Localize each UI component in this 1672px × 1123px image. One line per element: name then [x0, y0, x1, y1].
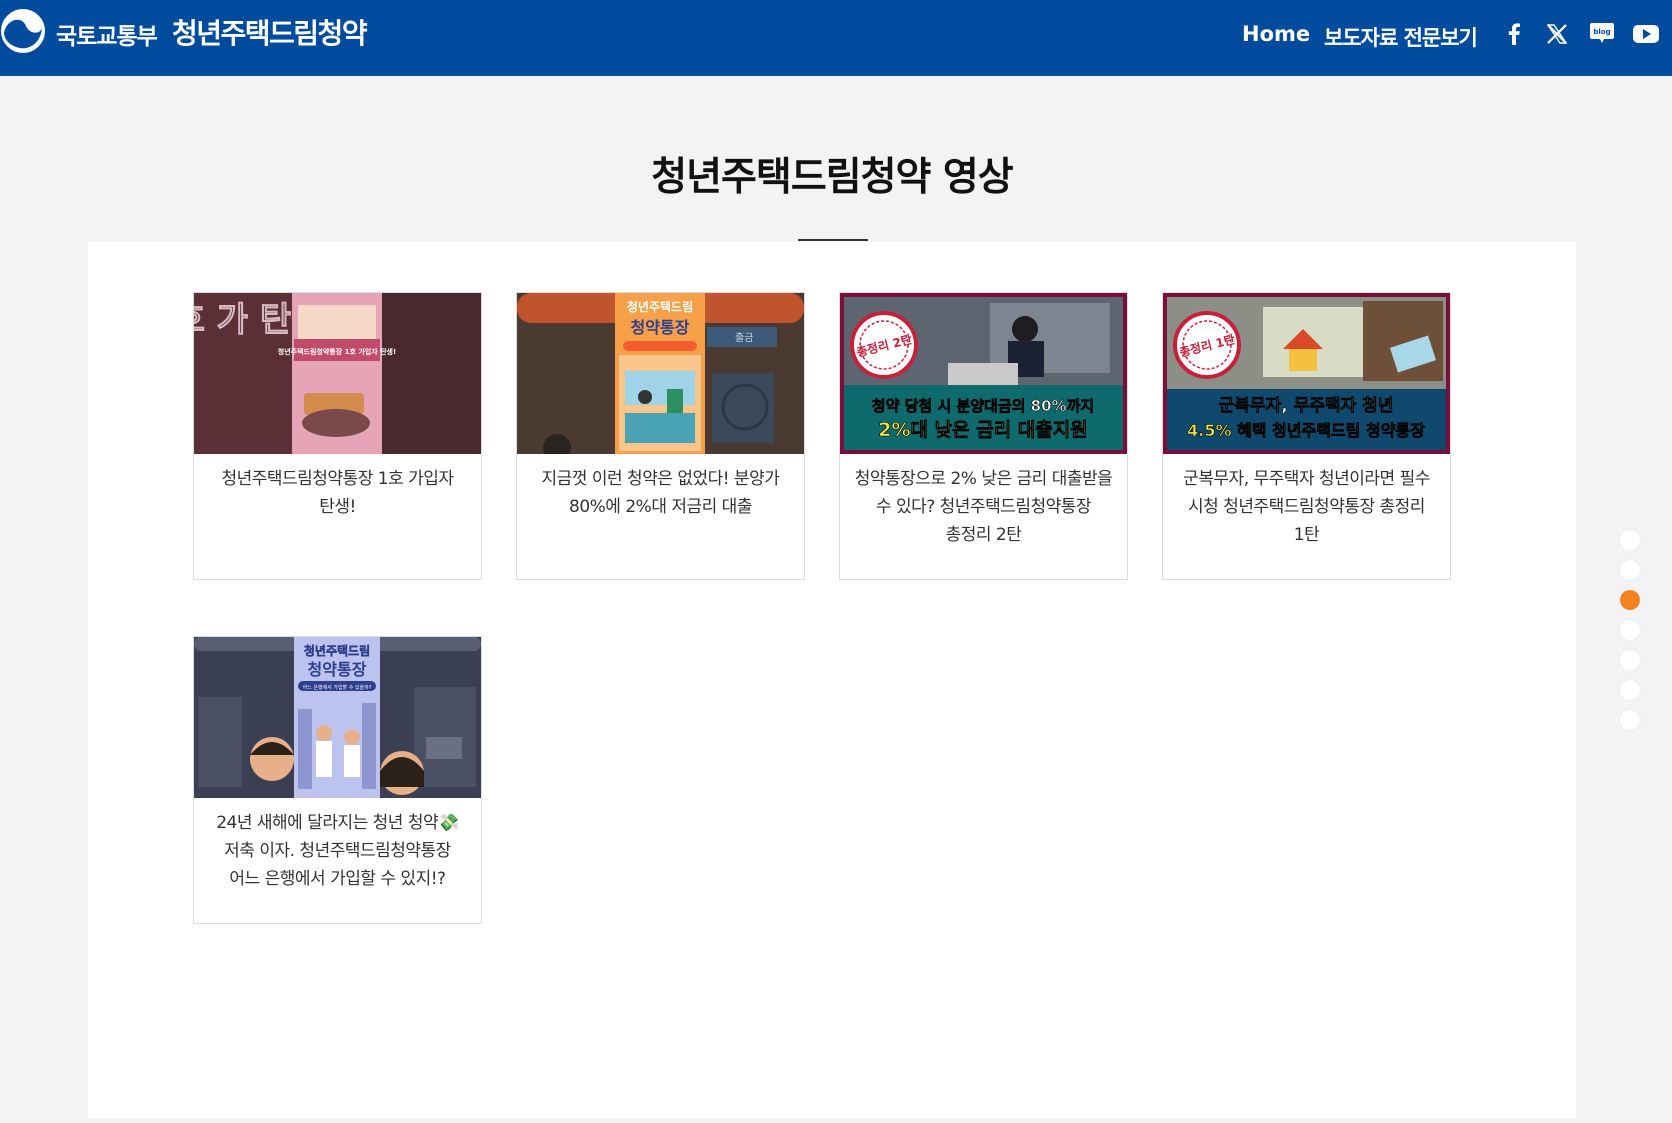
blog-icon[interactable]: blog [1588, 20, 1616, 48]
video-card[interactable]: 1호 가 탄생! 청년주택드림청약통장 1호 가입자 탄생! 청년주택드림청약통… [193, 292, 482, 580]
pager-dot-active[interactable] [1620, 590, 1640, 610]
blog-icon-label: blog [1593, 28, 1610, 36]
video-card[interactable]: 총정리 1탄 군복무자, 무주택자 청년 4.5% 혜택 청년주택드림 청약통장… [1162, 292, 1451, 580]
top-header: 국토교통부 청년주택드림청약 Home 보도자료 전문보기 blog [0, 0, 1672, 76]
x-icon[interactable] [1543, 20, 1571, 48]
video-title[interactable]: 24년 새해에 달라지는 청년 청약💸 저축 이자. 청년주택드림청약통장 어느… [208, 809, 467, 893]
pager-dot[interactable] [1620, 560, 1640, 580]
thumb-text: 2%대 낮은 금리 대출지원 [878, 419, 1087, 441]
facebook-icon[interactable] [1500, 20, 1528, 48]
video-title[interactable]: 군복무자, 무주택자 청년이라면 필수 시청 청년주택드림청약통장 총정리 1탄 [1177, 465, 1436, 549]
thumb-text: 군복무자, 무주택자 청년 [1219, 395, 1394, 416]
thumb-caption: 어느 은행에서 가입할 수 있을까? [303, 684, 372, 691]
video-thumbnail[interactable]: 출금 청년주택드림 청약통장 [517, 293, 804, 454]
video-card[interactable]: 출금 청년주택드림 청약통장 지금껏 이런 청약은 없었다! 분양가 80%에 … [516, 292, 805, 580]
section-pager [1620, 530, 1640, 740]
video-title[interactable]: 청년주택드림청약통장 1호 가입자 탄생! [208, 465, 467, 521]
thumb-text: 청약통장 [308, 660, 367, 679]
site-brand[interactable]: 청년주택드림청약 [172, 12, 368, 52]
thumb-tag: 출금 [735, 332, 753, 344]
pager-dot[interactable] [1620, 680, 1640, 700]
thumb-text: 청약 당첨 시 분양대금의 80%까지 [872, 397, 1094, 415]
section-title: 청년주택드림청약 영상 [651, 155, 1013, 200]
ministry-name[interactable]: 국토교통부 [56, 17, 158, 51]
thumb-caption: 청년주택드림청약통장 1호 가입자 탄생! [278, 347, 396, 356]
pager-dot[interactable] [1620, 620, 1640, 640]
government-logo-icon[interactable] [0, 8, 46, 54]
thumb-text: 청년주택드림 [304, 643, 370, 658]
video-thumbnail[interactable]: 총정리 1탄 군복무자, 무주택자 청년 4.5% 혜택 청년주택드림 청약통장 [1163, 293, 1450, 454]
video-title[interactable]: 지금껏 이런 청약은 없었다! 분양가 80%에 2%대 저금리 대출 [531, 465, 790, 521]
video-thumbnail[interactable]: 총정리 2탄 청약 당첨 시 분양대금의 80%까지 2%대 낮은 금리 대출지… [840, 293, 1127, 454]
video-title[interactable]: 청약통장으로 2% 낮은 금리 대출받을 수 있다? 청년주택드림청약통장 총정… [854, 465, 1113, 549]
video-card[interactable]: 총정리 2탄 청약 당첨 시 분양대금의 80%까지 2%대 낮은 금리 대출지… [839, 292, 1128, 580]
title-underline [798, 239, 868, 241]
nav-press-link[interactable]: 보도자료 전문보기 [1324, 22, 1478, 52]
thumb-text: 청년주택드림 [627, 299, 693, 314]
youtube-icon[interactable] [1632, 20, 1660, 48]
thumb-text: 청약통장 [631, 318, 690, 337]
pager-dot[interactable] [1620, 530, 1640, 550]
thumb-text: 4.5% 혜택 청년주택드림 청약통장 [1187, 421, 1425, 440]
pager-dot[interactable] [1620, 710, 1640, 730]
nav-home-link[interactable]: Home [1242, 22, 1310, 46]
video-card[interactable]: 청년주택드림 청약통장 어느 은행에서 가입할 수 있을까? 24년 새해에 달… [193, 636, 482, 924]
pager-dot[interactable] [1620, 650, 1640, 670]
video-thumbnail[interactable]: 청년주택드림 청약통장 어느 은행에서 가입할 수 있을까? [194, 637, 481, 798]
video-thumbnail[interactable]: 1호 가 탄생! 청년주택드림청약통장 1호 가입자 탄생! [194, 293, 481, 454]
